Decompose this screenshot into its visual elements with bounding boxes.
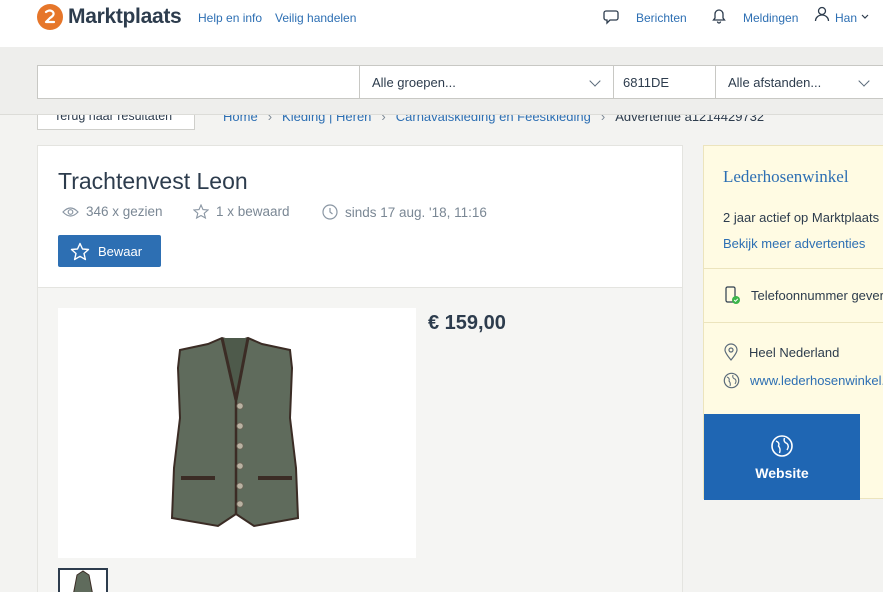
logo-text: Marktplaats xyxy=(68,5,182,28)
views-text: 346 x gezien xyxy=(86,204,163,219)
location-pin-icon xyxy=(724,343,738,361)
seller-location: Heel Nederland xyxy=(723,343,839,361)
top-header: Marktplaats Help en info Veilig handelen… xyxy=(0,0,883,47)
price: € 159,00 xyxy=(428,312,506,334)
website-button[interactable]: Website xyxy=(704,414,860,500)
seller-panel: Lederhosenwinkel 2 jaar actief op Marktp… xyxy=(703,145,883,500)
safe-trading-link[interactable]: Veilig handelen xyxy=(275,11,356,25)
chat-icon[interactable] xyxy=(603,7,621,25)
star-icon xyxy=(70,242,90,260)
chevron-down-icon[interactable] xyxy=(861,14,869,20)
listing-date: sinds 17 aug. '18, 11:16 xyxy=(322,204,487,220)
photo-thumbnail[interactable] xyxy=(58,568,108,592)
phone-verified: Telefoonnummer geverifieerd xyxy=(723,285,883,305)
category-select-value: Alle groepen... xyxy=(372,74,456,90)
notifications-link[interactable]: Meldingen xyxy=(743,11,798,25)
postcode-input[interactable]: 6811DE xyxy=(613,65,716,99)
website-url-text: www.lederhosenwinkel.nl xyxy=(750,373,883,388)
messages-link[interactable]: Berichten xyxy=(636,11,687,25)
views-count: 346 x gezien xyxy=(62,204,163,219)
distance-select[interactable]: Alle afstanden... xyxy=(715,65,883,99)
user-icon[interactable] xyxy=(813,5,831,23)
website-button-label: Website xyxy=(755,465,809,481)
globe-icon xyxy=(771,435,793,457)
marktplaats-logo[interactable]: Marktplaats xyxy=(37,4,182,30)
thumbnail-image xyxy=(73,570,93,592)
divider xyxy=(704,268,883,269)
chevron-down-icon xyxy=(858,75,870,87)
phone-verified-text: Telefoonnummer geverifieerd xyxy=(751,287,883,303)
search-input[interactable] xyxy=(37,65,360,99)
postcode-value: 6811DE xyxy=(623,74,670,90)
location-text: Heel Nederland xyxy=(749,344,840,360)
listing-body: € 159,00 xyxy=(38,288,682,592)
chevron-down-icon xyxy=(589,75,601,87)
listing-title: Trachtenvest Leon xyxy=(58,168,248,194)
clock-icon xyxy=(322,204,338,220)
globe-icon xyxy=(723,372,740,389)
main-photo[interactable] xyxy=(58,308,416,558)
user-menu[interactable]: Han xyxy=(835,11,857,25)
seller-name[interactable]: Lederhosenwinkel xyxy=(723,167,849,187)
phone-verified-icon xyxy=(725,286,740,304)
bell-icon[interactable] xyxy=(710,7,728,25)
distance-select-value: Alle afstanden... xyxy=(728,74,822,90)
date-text: sinds 17 aug. '18, 11:16 xyxy=(345,204,487,220)
saves-count: 1 x bewaard xyxy=(193,204,290,219)
divider xyxy=(704,322,883,323)
saves-text: 1 x bewaard xyxy=(216,204,290,219)
website-link[interactable]: www.lederhosenwinkel.nl xyxy=(723,372,883,389)
category-select[interactable]: Alle groepen... xyxy=(359,65,614,99)
seller-active-since: 2 jaar actief op Marktplaats xyxy=(723,210,880,225)
logo-icon xyxy=(37,4,63,30)
more-ads-link[interactable]: Bekijk meer advertenties xyxy=(723,236,865,251)
listing-card: Trachtenvest Leon 346 x gezien 1 x bewaa… xyxy=(37,145,683,592)
save-button[interactable]: Bewaar xyxy=(58,235,161,267)
search-bar-controls: Alle groepen... 6811DE Alle afstanden... xyxy=(0,47,883,115)
eye-icon xyxy=(62,206,79,217)
vest-image xyxy=(170,336,300,528)
save-button-label: Bewaar xyxy=(98,243,143,259)
help-link[interactable]: Help en info xyxy=(198,11,262,25)
star-icon xyxy=(193,204,209,219)
